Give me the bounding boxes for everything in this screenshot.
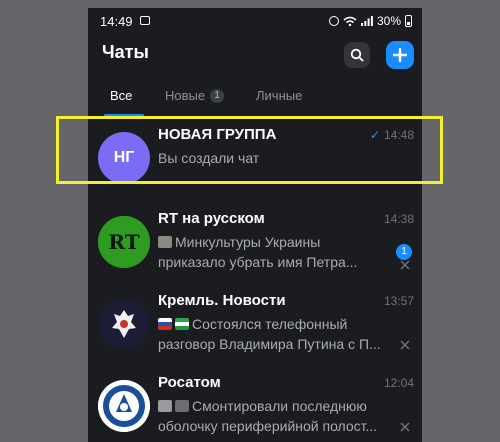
chat-preview: Минкультуры Украины приказало убрать имя… (158, 232, 388, 272)
tab-label: Все (110, 88, 133, 103)
chat-filter-tabs: Все Новые 1 Личные (88, 84, 422, 120)
muted-icon (400, 260, 410, 270)
image-thumbnail-icon (158, 236, 172, 248)
chat-name: Кремль. Новости (158, 292, 286, 309)
chat-time: 13:57 (384, 294, 414, 308)
chat-time-label: 13:57 (383, 294, 414, 308)
muted-icon (400, 422, 410, 432)
chat-name: Росатом (158, 374, 221, 391)
avatar-initials: НГ (113, 149, 135, 166)
rt-logo-icon: RT (98, 216, 150, 268)
chat-item[interactable]: RT RT на русском 14:38 Минкультуры Украи… (88, 204, 422, 286)
battery-icon (405, 15, 412, 27)
search-icon (350, 48, 364, 62)
chat-time: ✓ 14:48 (370, 128, 414, 142)
new-chat-button[interactable] (386, 41, 414, 69)
chat-preview: Вы создали чат (158, 148, 388, 168)
active-tab-indicator (104, 114, 144, 117)
chat-time: 14:38 (384, 212, 414, 226)
search-button[interactable] (344, 42, 370, 68)
chat-time-label: 12:04 (383, 376, 414, 390)
plus-icon (393, 48, 407, 62)
tab-personal[interactable]: Личные (256, 88, 302, 103)
chat-time-label: 14:48 (383, 128, 414, 142)
avatar: НГ (98, 132, 150, 184)
preview-line: Смонтировали последнюю (192, 398, 367, 414)
tab-label: Личные (256, 88, 303, 103)
preview-line: Состоялся телефонный (192, 316, 348, 332)
check-icon: ✓ (369, 128, 380, 142)
kremlin-emblem-icon (98, 298, 150, 350)
image-thumbnail-icon (175, 400, 189, 412)
unread-badge: 1 (396, 244, 412, 260)
status-time: 14:49 (100, 14, 133, 29)
image-thumbnail-icon (158, 400, 172, 412)
chat-preview: Состоялся телефонный разговор Владимира … (158, 314, 388, 354)
status-bar: 14:49 30% (88, 8, 422, 36)
signal-icon (360, 16, 373, 26)
tab-new[interactable]: Новые 1 (165, 88, 225, 103)
tab-count-badge: 1 (210, 88, 225, 103)
chat-time: 12:04 (384, 376, 414, 390)
preview-line: приказало убрать имя Петра... (158, 254, 358, 270)
phone-screen: 14:49 30% Чаты Все Новые 1 Личные НГ НОВ… (88, 8, 422, 442)
chat-item[interactable]: НГ НОВАЯ ГРУППА ✓ 14:48 Вы создали чат (88, 120, 422, 202)
page-title: Чаты (102, 42, 149, 62)
status-indicators: 30% (328, 14, 412, 28)
avatar (98, 380, 150, 432)
gallery-notification-icon (140, 16, 150, 25)
preview-line: Минкультуры Украины (175, 234, 321, 250)
chat-name: RT на русском (158, 210, 265, 227)
muted-icon (400, 340, 410, 350)
wifi-icon (343, 16, 357, 26)
chat-name: НОВАЯ ГРУППА (158, 126, 277, 143)
chat-time-label: 14:38 (383, 212, 414, 226)
tab-all[interactable]: Все (110, 88, 132, 103)
flag-icon (158, 318, 172, 330)
preview-line: Вы создали чат (158, 150, 260, 166)
avatar: RT (98, 216, 150, 268)
preview-line: оболочку периферийной полост... (158, 418, 378, 434)
svg-text:RT: RT (108, 230, 139, 254)
preview-line: разговор Владимира Путина с П... (158, 336, 381, 352)
avatar (98, 298, 150, 350)
battery-percent: 30% (376, 14, 401, 28)
alarm-icon (328, 16, 339, 26)
rosatom-logo-icon (98, 380, 150, 432)
chat-preview: Смонтировали последнюю оболочку перифери… (158, 396, 388, 436)
chat-item[interactable]: Кремль. Новости 13:57 Состоялся телефонн… (88, 286, 422, 368)
tab-label: Новые (165, 88, 206, 103)
flag-icon (175, 318, 189, 330)
chat-item[interactable]: Росатом 12:04 Смонтировали последнюю обо… (88, 368, 422, 442)
